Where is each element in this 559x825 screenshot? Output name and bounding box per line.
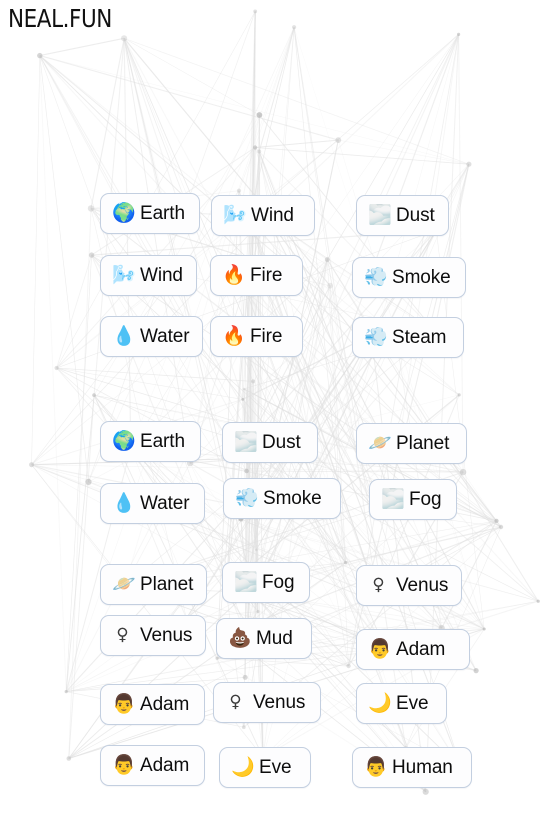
- recipe-card-label: Wind: [251, 205, 294, 226]
- recipe-card-label: Smoke: [263, 488, 322, 509]
- recipe-card-first[interactable]: 🌍 Earth: [100, 193, 200, 234]
- recipe-card-label: Dust: [262, 432, 301, 453]
- earth-globe-emoji: 🌍: [112, 430, 136, 452]
- recipe-card-second[interactable]: 🌫️ Dust: [222, 422, 318, 463]
- recipe-card-label: Fire: [250, 326, 283, 347]
- recipe-card-label: Planet: [140, 574, 194, 595]
- recipe-card-label: Water: [140, 493, 190, 514]
- recipe-card-label: Adam: [140, 755, 190, 776]
- recipe-card-first[interactable]: 👨 Adam: [100, 745, 205, 786]
- recipe-card-second[interactable]: 🌙 Eve: [219, 747, 311, 788]
- recipe-card-second[interactable]: 🌬️ Wind: [211, 195, 315, 236]
- recipe-card-second[interactable]: 💩 Mud: [216, 618, 312, 659]
- recipe-card-first[interactable]: 💧 Water: [100, 483, 205, 524]
- recipe-card-label: Venus: [396, 575, 449, 596]
- recipe-card-label: Venus: [253, 692, 306, 713]
- crescent-moon-emoji: 🌙: [368, 692, 392, 714]
- recipe-card-first[interactable]: 💧 Water: [100, 316, 204, 357]
- fog-emoji: 🌫️: [234, 571, 258, 593]
- recipe-card-label: Adam: [396, 639, 446, 660]
- fire-emoji: 🔥: [222, 325, 246, 347]
- fog-emoji: 🌫️: [234, 431, 258, 453]
- recipe-card-label: Wind: [140, 265, 183, 286]
- recipe-card-label: Water: [140, 326, 190, 347]
- recipe-card-label: Fog: [409, 489, 442, 510]
- recipe-card-second[interactable]: ♀ Venus: [213, 682, 321, 723]
- pile-of-poo-emoji: 💩: [228, 627, 252, 649]
- recipe-card-result[interactable]: 🌙 Eve: [356, 683, 447, 724]
- ringed-planet-emoji: 🪐: [368, 432, 392, 454]
- recipe-card-result[interactable]: 👨 Adam: [356, 629, 470, 670]
- recipe-card-second[interactable]: 🔥 Fire: [210, 255, 303, 296]
- recipe-card-result[interactable]: 🌫️ Dust: [356, 195, 449, 236]
- droplet-emoji: 💧: [112, 492, 136, 514]
- recipe-card-label: Venus: [140, 625, 193, 646]
- fog-emoji: 🌫️: [381, 488, 405, 510]
- man-emoji: 👨: [112, 693, 136, 715]
- ringed-planet-emoji: 🪐: [112, 573, 136, 595]
- recipe-card-second[interactable]: 🔥 Fire: [210, 316, 303, 357]
- droplet-emoji: 💧: [112, 325, 136, 347]
- recipe-card-first[interactable]: 🌬️ Wind: [100, 255, 197, 296]
- fog-emoji: 🌫️: [368, 204, 392, 226]
- dash-emoji: 💨: [235, 487, 259, 509]
- recipe-card-label: Mud: [256, 628, 293, 649]
- recipe-card-label: Earth: [140, 203, 185, 224]
- man-emoji: 👨: [112, 754, 136, 776]
- recipe-card-first[interactable]: 🌍 Earth: [100, 421, 201, 462]
- dash-emoji: 💨: [364, 326, 388, 348]
- dash-emoji: 💨: [364, 266, 388, 288]
- recipe-card-second[interactable]: 💨 Smoke: [223, 478, 341, 519]
- recipe-card-label: Smoke: [392, 267, 451, 288]
- recipe-card-label: Planet: [396, 433, 450, 454]
- recipe-card-result[interactable]: 💨 Steam: [352, 317, 464, 358]
- fire-emoji: 🔥: [222, 264, 246, 286]
- craft-tree-canvas: NEAL.FUN 🌍 Earth 🌬️ Wind 🌫️ Dust 🌬️ Wind 🔥 Fire 💨 S…: [0, 0, 559, 825]
- recipe-card-label: Earth: [140, 431, 185, 452]
- recipe-card-label: Steam: [392, 327, 447, 348]
- man-emoji: 👨: [368, 638, 392, 660]
- recipe-card-result[interactable]: 👨 Human: [352, 747, 472, 788]
- venus-symbol: ♀: [116, 625, 129, 645]
- recipe-card-first[interactable]: 🪐 Planet: [100, 564, 208, 605]
- recipe-card-result[interactable]: 💨 Smoke: [352, 257, 466, 298]
- recipe-card-label: Eve: [259, 757, 292, 778]
- recipe-card-label: Dust: [396, 205, 435, 226]
- man-emoji: 👨: [364, 756, 388, 778]
- recipe-card-first[interactable]: 👨 Adam: [100, 684, 205, 725]
- crescent-moon-emoji: 🌙: [231, 756, 255, 778]
- recipe-card-label: Fog: [262, 572, 295, 593]
- earth-globe-emoji: 🌍: [112, 202, 136, 224]
- recipe-card-result[interactable]: ♀ Venus: [356, 565, 463, 606]
- venus-symbol: ♀: [229, 692, 242, 712]
- wind-face-emoji: 🌬️: [112, 264, 136, 286]
- neal-fun-logo[interactable]: NEAL.FUN: [8, 4, 112, 33]
- recipe-card-label: Eve: [396, 693, 429, 714]
- venus-symbol: ♀: [372, 575, 385, 595]
- wind-face-emoji: 🌬️: [223, 204, 247, 226]
- recipe-card-label: Adam: [140, 694, 190, 715]
- recipe-card-result[interactable]: 🪐 Planet: [356, 423, 467, 464]
- recipe-card-label: Human: [392, 757, 453, 778]
- recipe-card-label: Fire: [250, 265, 283, 286]
- recipe-rows-container: 🌍 Earth 🌬️ Wind 🌫️ Dust 🌬️ Wind 🔥 Fire 💨 Smoke 💧 Wate…: [0, 0, 559, 825]
- recipe-card-result[interactable]: 🌫️ Fog: [369, 479, 457, 520]
- recipe-card-second[interactable]: 🌫️ Fog: [222, 562, 310, 603]
- recipe-card-first[interactable]: ♀ Venus: [100, 615, 207, 656]
